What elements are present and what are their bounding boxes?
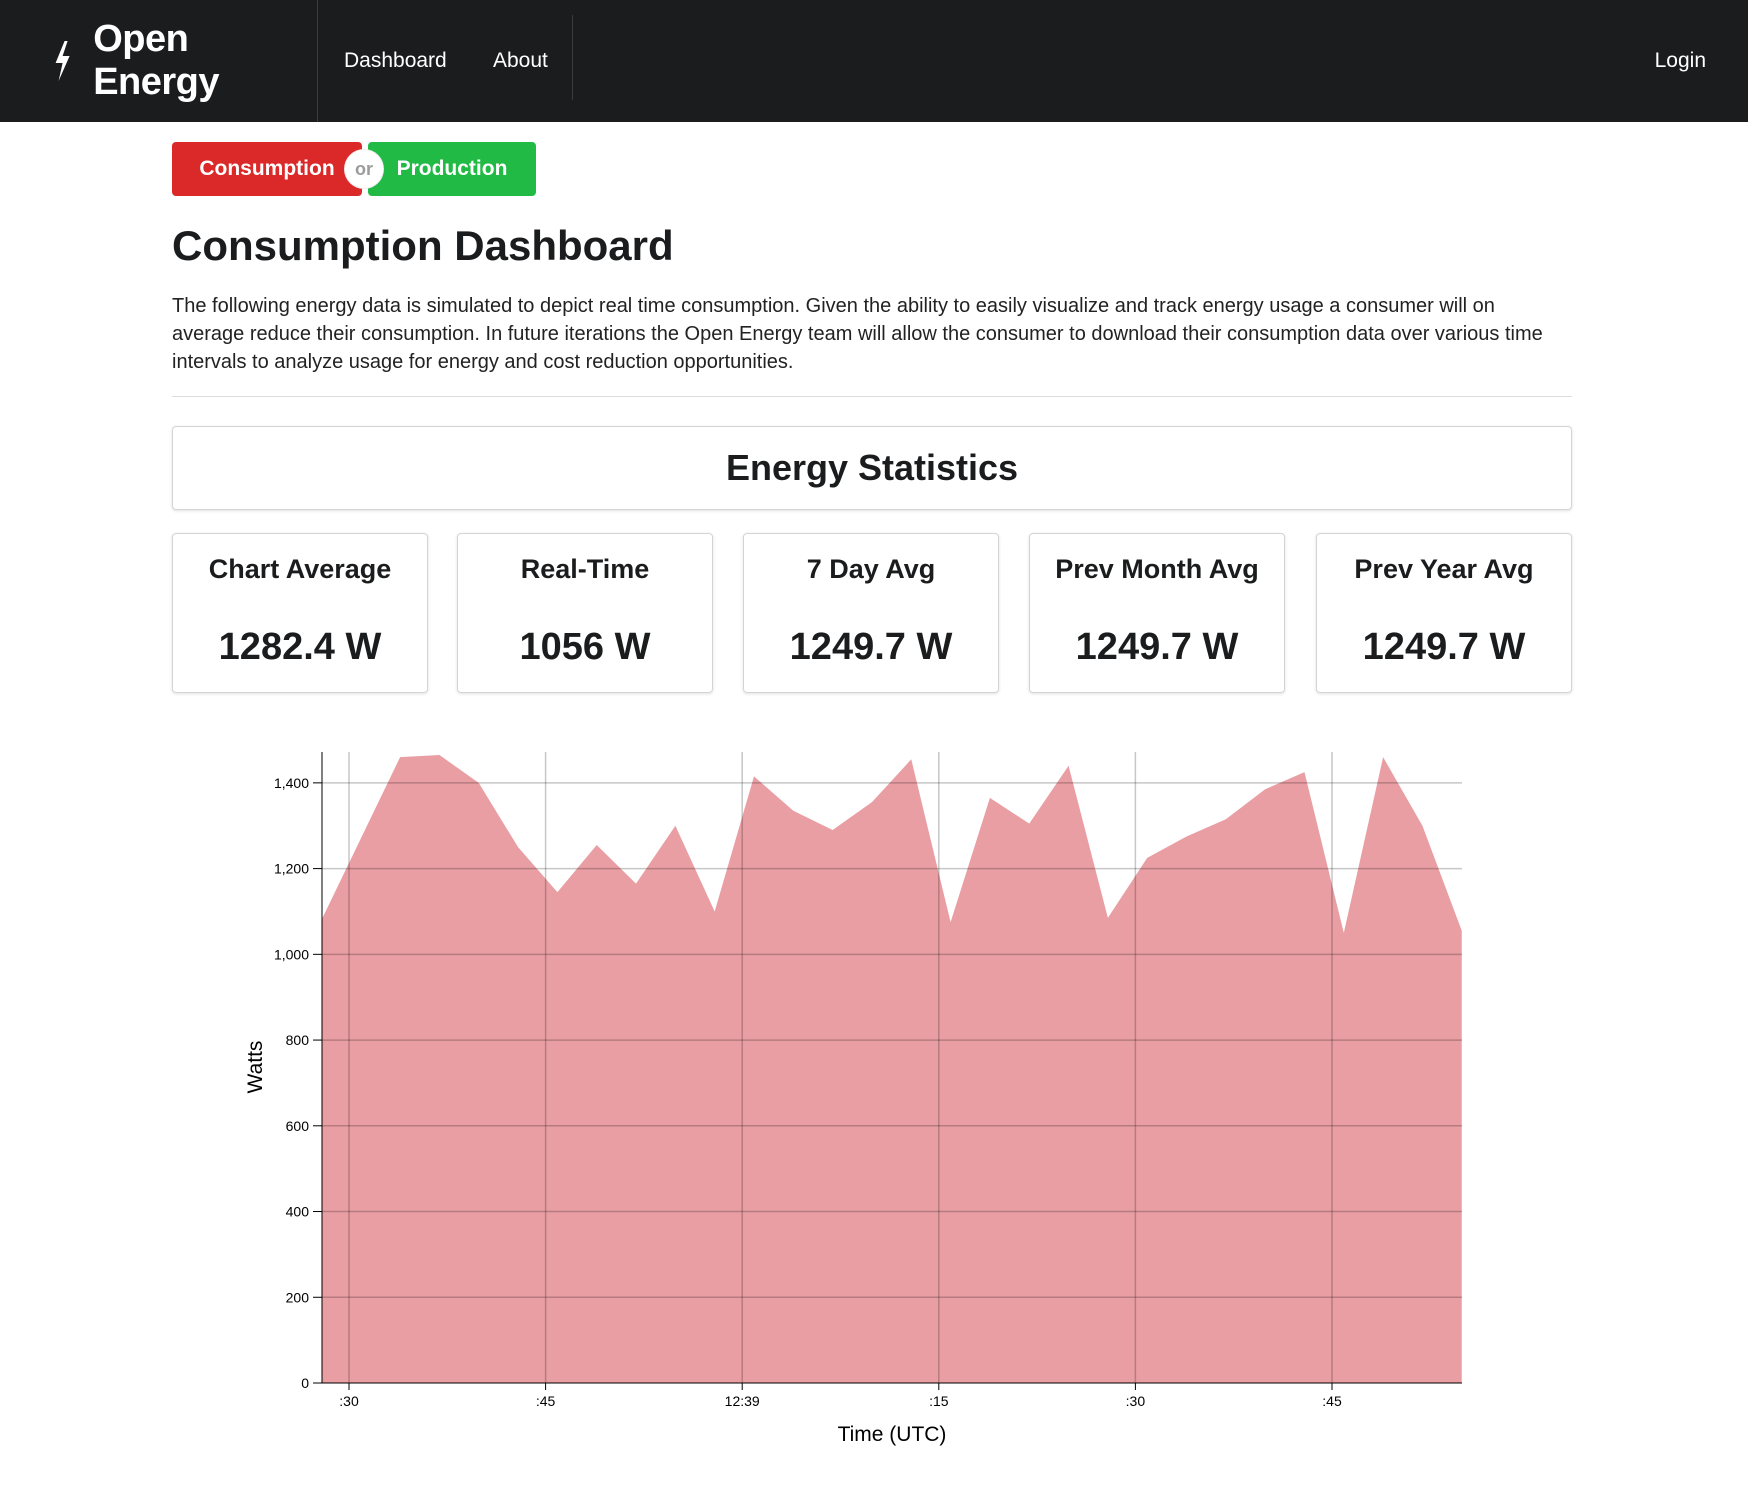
x-axis-title: Time (UTC) xyxy=(838,1423,947,1446)
x-tick-label: :45 xyxy=(1322,1393,1342,1409)
x-tick-label: :30 xyxy=(1126,1393,1146,1409)
y-tick-label: 600 xyxy=(286,1118,310,1134)
consumption-area-chart: 0 200 400 600 800 1,000 1,200 1,400 :30 :45 12:39:… xyxy=(244,752,1462,1446)
y-axis-title: Watts xyxy=(244,1041,267,1094)
y-tick-label: 800 xyxy=(286,1032,310,1048)
y-tick-label: 1,200 xyxy=(274,861,309,877)
y-tick-label: 1,400 xyxy=(274,775,309,791)
x-tick-label: :15 xyxy=(929,1393,949,1409)
y-tick-label: 0 xyxy=(301,1375,309,1391)
consumption-area xyxy=(321,755,1462,1383)
y-tick-label: 1,000 xyxy=(274,946,309,962)
x-tick-label: :45 xyxy=(536,1393,556,1409)
x-tick-label: :30 xyxy=(339,1393,359,1409)
y-tick-label: 200 xyxy=(286,1289,310,1305)
x-tick-label: 12:39 xyxy=(725,1393,760,1409)
y-tick-label: 400 xyxy=(286,1204,310,1220)
